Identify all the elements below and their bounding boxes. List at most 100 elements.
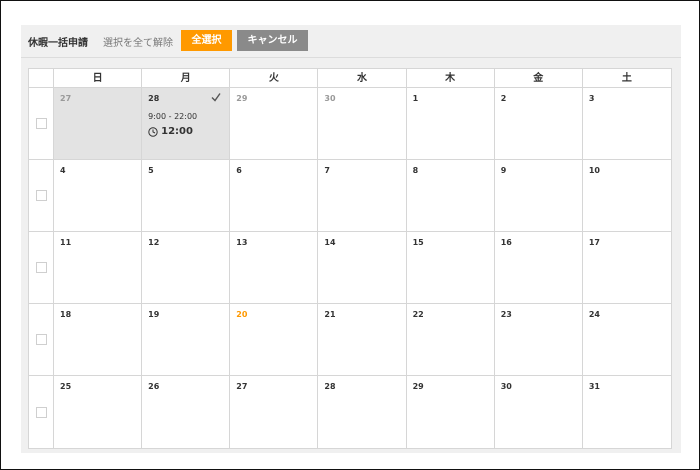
day-cell[interactable]: 22 [406, 304, 495, 376]
day-number: 8 [412, 166, 419, 175]
day-cell[interactable]: 19 [142, 304, 231, 376]
day-number: 21 [324, 310, 336, 319]
day-cell[interactable]: 7 [318, 160, 407, 232]
calendar-grid: 日 月 火 水 木 金 土 27 28 9:00 - 22:00 12:00 2… [28, 68, 672, 449]
day-cell[interactable]: 27 [230, 376, 319, 448]
day-cell[interactable]: 29 [406, 376, 495, 448]
week-checkbox[interactable] [35, 118, 47, 129]
day-cell[interactable]: 8 [406, 160, 495, 232]
toolbar: 休暇一括申請 選択を全て解除 全選択 キャンセル [21, 25, 681, 58]
window-frame: 休暇一括申請 選択を全て解除 全選択 キャンセル 日 月 火 水 木 金 土 2… [0, 0, 700, 470]
day-cell[interactable]: 3 [582, 88, 671, 160]
day-cell[interactable]: 29 [230, 88, 319, 160]
day-cell[interactable]: 2 [494, 88, 583, 160]
day-number: 1 [412, 94, 419, 103]
day-cell[interactable]: 14 [318, 232, 407, 304]
day-number: 27 [236, 382, 248, 391]
day-cell[interactable]: 16 [494, 232, 583, 304]
day-number: 28 [324, 382, 336, 391]
day-cell[interactable]: 10 [582, 160, 671, 232]
week-row-select [29, 88, 54, 160]
day-number: 16 [500, 238, 512, 247]
day-number: 6 [236, 166, 242, 175]
day-cell[interactable]: 25 [54, 376, 143, 448]
day-number: 22 [412, 310, 424, 319]
panel-title: 休暇一括申請 [28, 38, 88, 49]
leave-request-panel: 休暇一括申請 選択を全て解除 全選択 キャンセル 日 月 火 水 木 金 土 2… [21, 25, 681, 453]
day-cell[interactable]: 21 [318, 304, 407, 376]
select-all-button[interactable]: 全選択 [181, 30, 232, 51]
day-number: 14 [324, 238, 336, 247]
week-checkbox[interactable] [35, 190, 47, 201]
day-cell[interactable]: 18 [54, 304, 143, 376]
day-cell[interactable]: 26 [142, 376, 231, 448]
day-number: 26 [148, 382, 160, 391]
day-cell[interactable]: 11 [54, 232, 143, 304]
day-number: 11 [60, 238, 72, 247]
day-cell[interactable]: 17 [582, 232, 671, 304]
week-row-select [29, 376, 54, 448]
day-number: 18 [60, 310, 72, 319]
day-cell[interactable]: 12 [142, 232, 231, 304]
day-cell[interactable]: 9 [494, 160, 583, 232]
day-cell[interactable]: 5 [142, 160, 231, 232]
time-range: 9:00 - 22:00 [148, 112, 198, 121]
day-number: 17 [588, 238, 600, 247]
day-cell-selected[interactable]: 28 9:00 - 22:00 12:00 [142, 88, 231, 160]
day-number: 29 [236, 94, 248, 103]
day-number-today: 20 [236, 310, 248, 319]
day-number: 9 [500, 166, 507, 175]
day-cell[interactable]: 27 [54, 88, 143, 160]
day-cell[interactable]: 28 [318, 376, 407, 448]
weekday-header-mon: 月 [142, 69, 231, 88]
day-cell[interactable]: 31 [582, 376, 671, 448]
day-cell[interactable]: 13 [230, 232, 319, 304]
day-number: 5 [148, 166, 154, 175]
weekday-header-thu: 木 [406, 69, 495, 88]
week-checkbox[interactable] [35, 406, 47, 418]
day-number: 3 [588, 94, 595, 103]
day-cell[interactable]: 30 [318, 88, 407, 160]
week-row-select [29, 232, 54, 304]
day-cell[interactable]: 15 [406, 232, 495, 304]
clock-icon [148, 126, 158, 137]
deselect-all-link[interactable]: 選択を全て解除 [103, 34, 173, 49]
day-cell[interactable]: 4 [54, 160, 143, 232]
week-row-select [29, 304, 54, 376]
day-number: 2 [500, 94, 507, 103]
weekday-header-wed: 水 [318, 69, 407, 88]
day-number: 28 [148, 94, 160, 103]
duration: 12:00 [148, 126, 193, 137]
day-cell[interactable]: 30 [494, 376, 583, 448]
day-cell[interactable]: 24 [582, 304, 671, 376]
day-number: 27 [60, 94, 72, 103]
day-cell[interactable]: 6 [230, 160, 319, 232]
day-number: 15 [412, 238, 424, 247]
day-number: 10 [588, 166, 600, 175]
week-checkbox[interactable] [35, 262, 47, 273]
day-cell[interactable]: 23 [494, 304, 583, 376]
checkmark-icon [211, 93, 221, 102]
day-number: 7 [324, 166, 330, 175]
cancel-button[interactable]: キャンセル [237, 30, 308, 51]
weekday-header-tue: 火 [230, 69, 319, 88]
week-checkbox[interactable] [35, 334, 47, 345]
day-cell[interactable]: 1 [406, 88, 495, 160]
day-number: 24 [588, 310, 600, 319]
day-number: 31 [588, 382, 600, 391]
weekday-header-fri: 金 [494, 69, 583, 88]
week-select-header [29, 69, 54, 88]
day-number: 30 [500, 382, 512, 391]
day-number: 25 [60, 382, 72, 391]
day-number: 12 [148, 238, 160, 247]
week-row-select [29, 160, 54, 232]
weekday-header-sun: 日 [54, 69, 143, 88]
day-number: 19 [148, 310, 160, 319]
day-number: 29 [412, 382, 424, 391]
day-number: 23 [500, 310, 512, 319]
weekday-header-sat: 土 [582, 69, 671, 88]
day-number: 13 [236, 238, 248, 247]
day-cell-today[interactable]: 20 [230, 304, 319, 376]
duration-value: 12:00 [161, 126, 193, 137]
day-number: 30 [324, 94, 336, 103]
